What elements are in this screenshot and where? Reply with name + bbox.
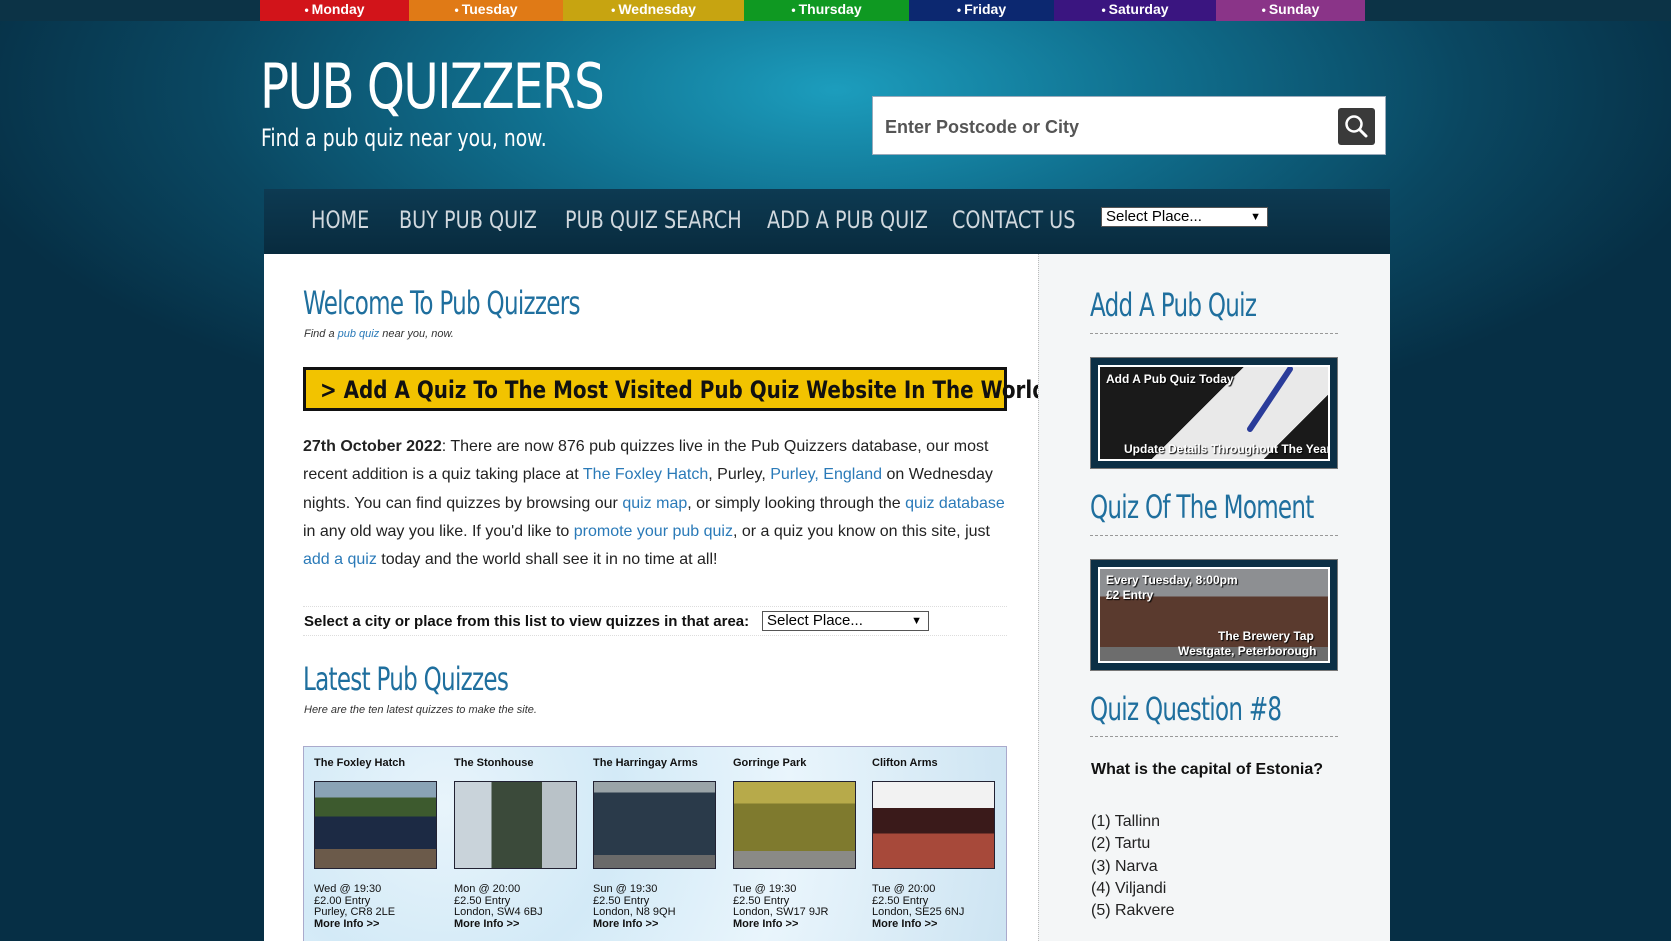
quiz-info: Sun @ 19:30 £2.50 Entry London, N8 9QH More… [593, 883, 676, 931]
quiz-info: Wed @ 19:30 £2.00 Entry Purley, CR8 2LE Mor… [314, 883, 396, 931]
day-label: Saturday [1108, 1, 1169, 17]
nav-contact-us[interactable]: CONTACT US [952, 206, 1075, 234]
quiz-card[interactable]: The Foxley Hatch Wed @ 19:30 £2.00 Entry P… [314, 757, 439, 929]
quiz-question-title: Quiz Question #8 [1090, 690, 1282, 728]
pub-photo[interactable] [454, 781, 577, 869]
latest-area-link[interactable]: Purley, England [770, 466, 882, 483]
nav-select-value: Select Place... [1106, 208, 1202, 225]
ad-frame: Every Tuesday, 8:00pm £2 Entry The Brewe… [1098, 567, 1330, 663]
add-quiz-ad[interactable]: Add A Pub Quiz Today Update Details Thro… [1090, 357, 1338, 469]
more-info-link[interactable]: More Info >> [872, 918, 964, 931]
day-monday[interactable]: • Monday [260, 0, 409, 21]
divider [1090, 736, 1338, 737]
quiz-question: What is the capital of Estonia? [1091, 761, 1324, 778]
pub-photo[interactable] [593, 781, 716, 869]
add-quiz-link[interactable]: add a quiz [303, 551, 377, 568]
moment-location: Westgate, Peterborough [1178, 644, 1317, 658]
area-select-value: Select Place... [767, 612, 863, 629]
page-subtitle: Find a pub quiz near you, now. [304, 328, 454, 340]
day-bar: • Monday • Tuesday • Wednesday • Thursday • F… [0, 0, 1671, 21]
day-thursday[interactable]: • Thursday [744, 0, 909, 21]
site-tagline: Find a pub quiz near you, now. [261, 124, 547, 152]
moment-pub: The Brewery Tap [1218, 629, 1314, 643]
quiz-pub-name[interactable]: Clifton Arms [872, 757, 997, 769]
quiz-option[interactable]: (4) Viljandi [1091, 878, 1175, 900]
banner-text: > Add A Quiz To The Most Visited Pub Qui… [320, 376, 1047, 404]
quiz-card[interactable]: Gorringe Park Tue @ 19:30 £2.50 Entry Lond… [733, 757, 858, 929]
area-select-row: Select a city or place from this list to… [303, 606, 1007, 636]
ad-caption: Update Details Throughout The Year [1124, 442, 1330, 456]
latest-quizzes-subtitle: Here are the ten latest quizzes to make … [304, 704, 537, 716]
day-label: Monday [311, 1, 365, 17]
welcome-paragraph: 27th October 2022: There are now 876 pub… [303, 438, 1005, 569]
quiz-card[interactable]: Clifton Arms Tue @ 20:00 £2.50 Entry Londo… [872, 757, 997, 929]
quiz-card[interactable]: The Stonhouse Mon @ 20:00 £2.50 Entry Lond… [454, 757, 579, 929]
nav-place-select[interactable]: Select Place... ▼ [1101, 207, 1268, 227]
update-date: 27th October 2022 [303, 438, 442, 455]
nav-buy-pub-quiz[interactable]: BUY PUB QUIZ [399, 206, 537, 234]
pub-photo[interactable] [872, 781, 995, 869]
day-friday[interactable]: • Friday [909, 0, 1054, 21]
pub-photo[interactable] [314, 781, 437, 869]
more-info-link[interactable]: More Info >> [314, 918, 395, 931]
quiz-option[interactable]: (2) Tartu [1091, 833, 1175, 855]
quiz-database-link[interactable]: quiz database [905, 495, 1005, 512]
day-label: Sunday [1268, 1, 1320, 17]
site-logo[interactable]: PUB QUIZZERS [260, 52, 605, 122]
day-saturday[interactable]: • Saturday [1054, 0, 1216, 21]
page-title: Welcome To Pub Quizzers [303, 284, 580, 322]
search-input[interactable] [883, 109, 1307, 145]
divider [1090, 333, 1338, 334]
quiz-pub-name[interactable]: The Foxley Hatch [314, 757, 439, 769]
latest-quizzes-grid: The Foxley Hatch Wed @ 19:30 £2.00 Entry P… [303, 746, 1007, 941]
search-button[interactable] [1338, 108, 1375, 145]
day-label: Friday [964, 1, 1007, 17]
day-sunday[interactable]: • Sunday [1216, 0, 1365, 21]
area-select-label: Select a city or place from this list to… [304, 613, 750, 630]
pub-quiz-link[interactable]: pub quiz [338, 328, 380, 340]
quiz-pub-name[interactable]: Gorringe Park [733, 757, 858, 769]
divider [1090, 535, 1338, 536]
add-pub-quiz-title: Add A Pub Quiz [1090, 286, 1257, 324]
search-box [872, 96, 1386, 155]
quiz-of-the-moment-ad[interactable]: Every Tuesday, 8:00pm £2 Entry The Brewe… [1090, 559, 1338, 671]
ad-title: Add A Pub Quiz Today [1106, 372, 1234, 386]
latest-quizzes-title: Latest Pub Quizzes [303, 660, 509, 698]
quiz-options: (1) Tallinn (2) Tartu (3) Narva (4) Vilj… [1091, 811, 1175, 922]
moment-time: Every Tuesday, 8:00pm [1106, 573, 1238, 587]
quiz-info: Mon @ 20:00 £2.50 Entry London, SW4 6BJ Mor… [454, 883, 543, 931]
quiz-option[interactable]: (1) Tallinn [1091, 811, 1175, 833]
nav-home[interactable]: HOME [311, 206, 369, 234]
area-place-select[interactable]: Select Place... ▼ [762, 611, 929, 631]
more-info-link[interactable]: More Info >> [593, 918, 676, 931]
quiz-of-the-moment-title: Quiz Of The Moment [1090, 488, 1314, 526]
quiz-map-link[interactable]: quiz map [622, 495, 687, 512]
quiz-option[interactable]: (3) Narva [1091, 856, 1175, 878]
more-info-link[interactable]: More Info >> [733, 918, 828, 931]
day-tuesday[interactable]: • Tuesday [409, 0, 563, 21]
pub-photo[interactable] [733, 781, 856, 869]
chevron-down-icon: ▼ [911, 615, 922, 627]
quiz-option[interactable]: (5) Rakvere [1091, 900, 1175, 922]
add-quiz-banner[interactable]: > Add A Quiz To The Most Visited Pub Qui… [303, 367, 1046, 411]
day-label: Wednesday [618, 1, 696, 17]
chevron-down-icon: ▼ [1250, 211, 1261, 223]
more-info-link[interactable]: More Info >> [454, 918, 543, 931]
search-icon [1345, 115, 1368, 138]
quiz-card[interactable]: The Harringay Arms Sun @ 19:30 £2.50 Entr… [593, 757, 718, 929]
nav-add-a-pub-quiz[interactable]: ADD A PUB QUIZ [767, 206, 928, 234]
promote-quiz-link[interactable]: promote your pub quiz [574, 523, 733, 540]
quiz-info: Tue @ 19:30 £2.50 Entry London, SW17 9JR Mo… [733, 883, 829, 931]
nav-pub-quiz-search[interactable]: PUB QUIZ SEARCH [565, 206, 742, 234]
latest-pub-link[interactable]: The Foxley Hatch [583, 466, 708, 483]
moment-entry: £2 Entry [1106, 588, 1154, 602]
day-label: Tuesday [461, 1, 518, 17]
day-wednesday[interactable]: • Wednesday [563, 0, 744, 21]
ad-frame: Add A Pub Quiz Today Update Details Thro… [1098, 365, 1330, 461]
quiz-pub-name[interactable]: The Stonhouse [454, 757, 579, 769]
quiz-pub-name[interactable]: The Harringay Arms [593, 757, 718, 769]
quiz-info: Tue @ 20:00 £2.50 Entry London, SE25 6NJ Mo… [872, 883, 965, 931]
day-label: Thursday [798, 1, 862, 17]
